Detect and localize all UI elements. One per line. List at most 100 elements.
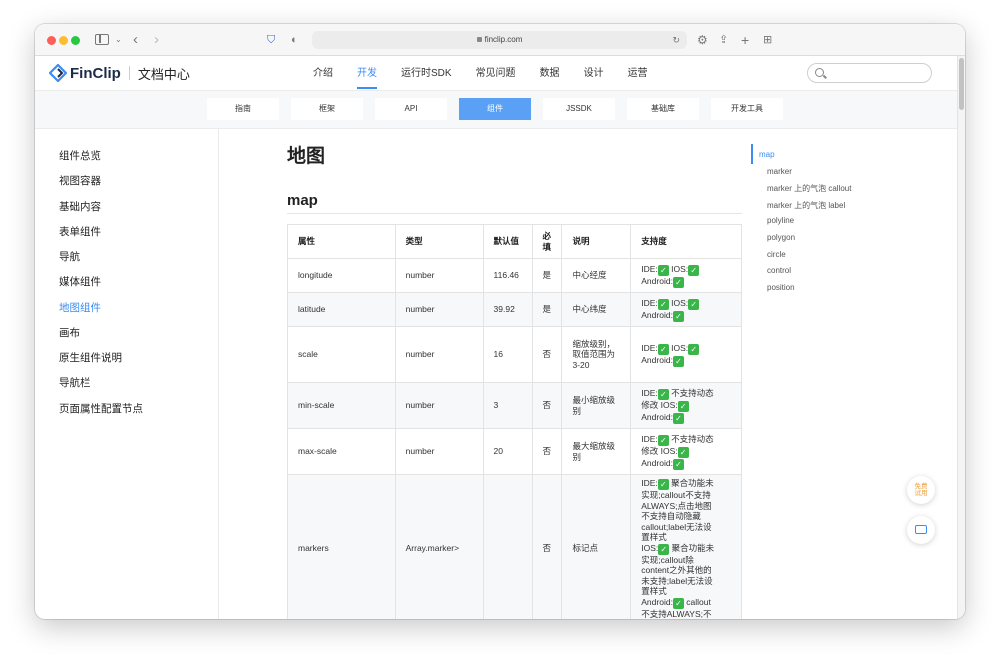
sub-nav: 指南 框架 API 组件 JSSDK 基础库 开发工具 <box>35 91 957 129</box>
check-icon: ✓ <box>657 388 669 400</box>
tab-dev-tools[interactable]: 开发工具 <box>711 98 783 120</box>
chat-button[interactable] <box>907 516 935 544</box>
reload-icon[interactable]: ↻ <box>672 31 680 49</box>
table-cell-type: number <box>394 258 484 293</box>
column-header: 支持度 <box>630 224 742 259</box>
tab-framework[interactable]: 框架 <box>291 98 363 120</box>
check-icon: ✓ <box>672 310 684 322</box>
nav-develop[interactable]: 开发 <box>357 56 377 91</box>
support-line: 修改 IOS: ✓ <box>641 400 731 412</box>
search-input[interactable] <box>807 63 932 83</box>
nav-runtime-sdk[interactable]: 运行时SDK <box>401 56 452 91</box>
sidebar-item[interactable]: 画布 <box>59 326 80 340</box>
table-header-row: 属性 类型 默认值 必填 说明 支持度 <box>287 224 742 259</box>
nav-intro[interactable]: 介绍 <box>313 56 333 91</box>
sidebar-item[interactable]: 组件总览 <box>59 149 101 163</box>
support-line: 不支持ALWAYS;不 <box>641 608 712 619</box>
nav-operations[interactable]: 运营 <box>628 56 648 91</box>
logo[interactable]: FinClip 文档中心 <box>49 63 190 83</box>
table-cell-required: 是 <box>531 292 563 327</box>
table-cell-support: IDE: ✓ IOS: ✓ Android: ✓ <box>630 292 742 327</box>
attributes-table: 属性 类型 默认值 必填 说明 支持度 longitude number 116.4… <box>287 224 742 619</box>
table-cell-default <box>482 474 533 619</box>
tab-guide[interactable]: 指南 <box>207 98 279 120</box>
support-line: Android: ✓ <box>641 355 731 367</box>
toc-item[interactable]: position <box>767 283 795 292</box>
tab-jssdk[interactable]: JSSDK <box>543 98 615 120</box>
chevron-down-icon[interactable]: ⌄ <box>115 31 122 49</box>
table-cell-attr: longitude <box>287 258 396 293</box>
table-cell-attr: markers <box>287 474 396 619</box>
table-cell-type: Array.marker> <box>394 474 484 619</box>
table-cell-attr: min-scale <box>287 382 396 429</box>
sidebar-toggle-icon[interactable] <box>95 34 109 45</box>
sidebar-item[interactable]: 视图容器 <box>59 174 101 188</box>
sidebar-item[interactable]: 原生组件说明 <box>59 351 122 365</box>
toc-item[interactable]: marker <box>767 167 792 176</box>
sidebar-item[interactable]: 导航栏 <box>59 376 91 390</box>
column-header: 类型 <box>394 224 484 259</box>
toc-item[interactable]: polygon <box>767 233 795 242</box>
support-line: Android: ✓ <box>641 458 731 470</box>
sidebar-item[interactable]: 页面属性配置节点 <box>59 402 143 416</box>
table-cell-support: IDE: ✓ 聚合功能未 实现;callout不支持 ALWAYS;点击地图 不支持自动… <box>630 474 742 619</box>
share-icon[interactable]: ⇪ <box>719 31 728 49</box>
support-line: Android: ✓ <box>641 276 731 288</box>
sidebar-item-map[interactable]: 地图组件 <box>59 301 101 315</box>
toc-item[interactable]: marker 上的气泡 label <box>767 200 845 211</box>
privacy-icon[interactable]: ◐ <box>291 31 298 49</box>
table-row: min-scale number 3 否最小缩放级别 IDE: ✓ 不支持动态 修改 IOS… <box>287 382 742 429</box>
toc-item[interactable]: polyline <box>767 216 794 225</box>
sidebar-item[interactable]: 媒体组件 <box>59 275 101 289</box>
table-cell-desc: 缩放级别，取值范围为3-20 <box>561 326 632 383</box>
sidebar-item[interactable]: 导航 <box>59 250 80 264</box>
tab-base-library[interactable]: 基础库 <box>627 98 699 120</box>
table-cell-attr: latitude <box>287 292 396 327</box>
settings-gear-icon[interactable]: ⚙ <box>697 31 708 49</box>
section-heading: map <box>287 192 318 209</box>
shield-icon[interactable]: ⛉ <box>267 31 275 49</box>
sidebar-item[interactable]: 表单组件 <box>59 225 101 239</box>
section-divider <box>287 213 742 214</box>
tab-overview-icon[interactable]: ⊞ <box>763 31 772 49</box>
nav-design[interactable]: 设计 <box>584 56 604 91</box>
page-scrollbar[interactable] <box>957 56 965 619</box>
support-line: 未支持;label无法设 <box>641 575 713 586</box>
table-cell-required: 否 <box>531 326 563 383</box>
scrollbar-thumb[interactable] <box>959 58 964 110</box>
check-icon: ✓ <box>677 400 689 412</box>
close-window-button[interactable] <box>47 36 56 45</box>
table-cell-type: number <box>394 382 484 429</box>
toc-active-indicator <box>751 144 753 164</box>
table-cell-desc: 标记点 <box>561 474 632 619</box>
back-icon[interactable]: ‹ <box>133 31 138 49</box>
toc-item-active[interactable]: map <box>759 150 775 159</box>
table-row: markers Array.marker> 否标记点 IDE: ✓ 聚合功能未 实现;ca… <box>287 474 742 619</box>
toc-item[interactable]: marker 上的气泡 callout <box>767 183 851 194</box>
toc-item[interactable]: control <box>767 266 791 275</box>
check-icon: ✓ <box>658 543 670 555</box>
sidebar: 组件总览 视图容器 基础内容 表单组件 导航 媒体组件 地图组件 画布 原生组件… <box>35 129 219 619</box>
minimize-window-button[interactable] <box>59 36 68 45</box>
tab-api[interactable]: API <box>375 98 447 120</box>
table-cell-required: 否 <box>531 428 563 475</box>
support-line: IDE: ✓ 不支持动态 <box>641 387 714 400</box>
free-trial-button[interactable]: 免费试用 <box>907 476 935 504</box>
zoom-window-button[interactable] <box>71 36 80 45</box>
nav-data[interactable]: 数据 <box>540 56 560 91</box>
address-bar[interactable]: finclip.com ↻ <box>312 31 687 49</box>
nav-faq[interactable]: 常见问题 <box>476 56 516 91</box>
table-cell-required: 否 <box>531 382 563 429</box>
table-row: scale number 16 否缩放级别，取值范围为3-20 IDE: ✓ IOS: ✓ A… <box>287 326 742 383</box>
top-nav: 介绍 开发 运行时SDK 常见问题 数据 设计 运营 <box>313 56 672 91</box>
check-icon: ✓ <box>672 355 684 367</box>
sidebar-item[interactable]: 基础内容 <box>59 200 101 214</box>
check-icon: ✓ <box>688 343 700 355</box>
new-tab-icon[interactable]: + <box>741 31 749 49</box>
table-cell-type: number <box>394 292 484 327</box>
tab-components[interactable]: 组件 <box>459 98 531 120</box>
forward-icon[interactable]: › <box>154 31 159 49</box>
toc-item[interactable]: circle <box>767 250 786 259</box>
table-cell-desc: 最小缩放级别 <box>561 382 632 429</box>
chat-icon <box>915 521 927 534</box>
